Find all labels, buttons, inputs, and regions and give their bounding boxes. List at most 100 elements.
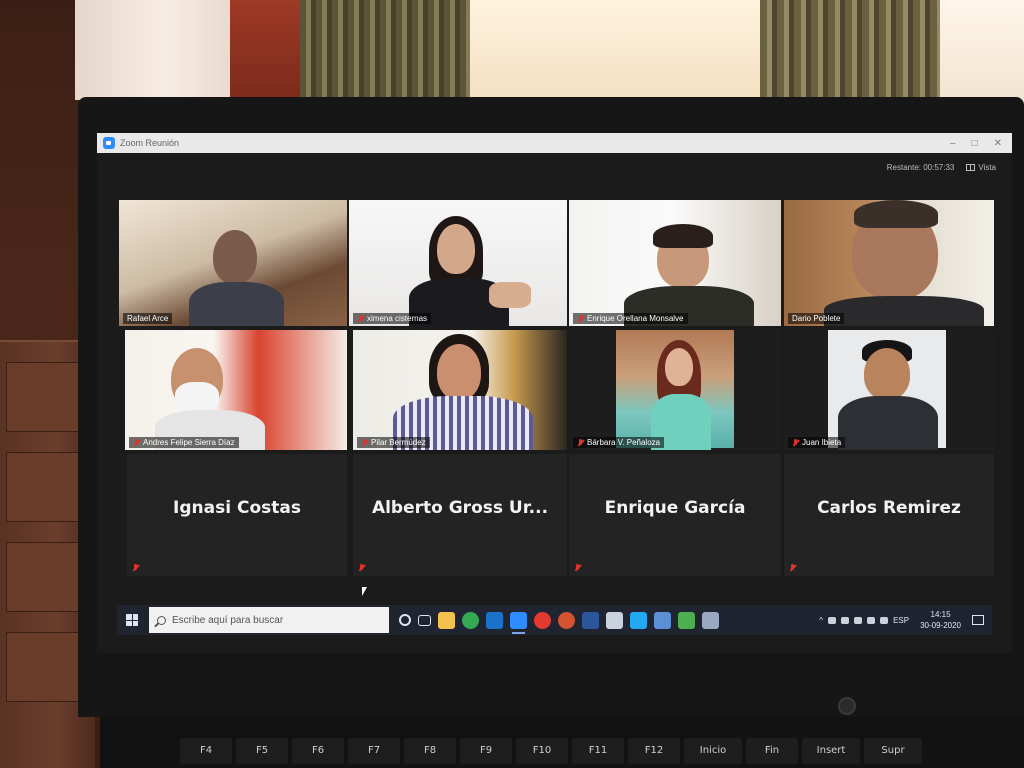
muted-mic-icon [574,564,581,572]
battery-icon[interactable] [854,616,863,624]
video-tile[interactable]: ximena cisternas [349,200,567,326]
office-icon[interactable] [702,611,719,629]
key-insert[interactable]: Insert [802,738,860,764]
file-explorer-icon[interactable] [438,611,455,629]
muted-mic-icon [577,438,584,447]
participant-name-tag: Enrique Orellana Monsalve [573,313,688,324]
chrome-icon[interactable] [462,611,479,629]
participant-name: Andres Felipe Sierra Díaz [143,438,235,447]
muted-mic-icon [577,314,584,323]
participant-name: Ignasi Costas [173,498,301,518]
participant-body [824,296,984,326]
usb-icon[interactable] [841,616,850,624]
taskbar-clock[interactable]: 14:15 30-09-2020 [920,609,961,631]
participant-name: Alberto Gross Ur... [371,498,549,518]
window-controls: – □ ✕ [950,138,1012,149]
participant-name: Dario Poblete [792,314,841,323]
participant-face [665,348,693,386]
active-speaker-tile[interactable]: Dario Poblete [784,200,994,326]
participant-name-tag: Pilar Bermúdez [357,437,430,448]
video-tile[interactable]: Andres Felipe Sierra Díaz [125,330,347,450]
right-window-light [940,0,1024,110]
participant-name: ximena cisternas [367,314,428,323]
participant-name-tag: Dario Poblete [788,313,845,324]
key-f7[interactable]: F7 [348,738,400,764]
participant-body [189,282,284,326]
participant-name-tag: Juan Ibieta [788,437,846,448]
view-button[interactable]: Vista [966,163,996,172]
taskbar-apps [399,611,719,634]
participant-hand [489,282,531,308]
notifications-icon[interactable] [972,615,984,625]
participant-body [838,396,938,450]
taskbar-search-box[interactable]: Escribe aquí para buscar [149,607,389,633]
view-label: Vista [978,162,996,172]
green-app-icon[interactable] [678,611,695,629]
volume-icon[interactable] [880,616,889,624]
video-tile[interactable]: Enrique Orellana Monsalve [569,200,781,326]
tablet-icon[interactable] [654,611,671,629]
key-inicio[interactable]: Inicio [684,738,742,764]
participant-name: Carlos Remirez [817,498,961,518]
participant-name: Juan Ibieta [802,438,842,447]
no-video-tile[interactable]: Carlos Remirez [784,454,994,576]
video-tile[interactable]: Rafael Arce [119,200,347,326]
grid-view-icon [966,163,976,171]
windows-logo-icon [126,614,138,626]
no-video-tile[interactable]: Enrique García [569,454,781,576]
muted-mic-icon [792,438,799,447]
remaining-time: Restante: 00:57:33 [886,162,955,172]
zoom-icon[interactable] [510,611,527,634]
close-button[interactable]: ✕ [994,138,1002,149]
no-video-tile[interactable]: Alberto Gross Ur... [353,454,567,576]
powerpoint-icon[interactable] [558,611,575,629]
participant-name-tag: Andres Felipe Sierra Díaz [129,437,239,448]
video-tile[interactable]: Pilar Bermúdez [353,330,567,450]
key-f6[interactable]: F6 [292,738,344,764]
drawer [6,632,86,702]
participant-face [213,230,257,284]
window-icon[interactable] [606,611,623,629]
muted-mic-icon [789,564,796,572]
laptop-screen: Zoom Reunión – □ ✕ Restante: 00:57:33 Vi… [97,133,1012,653]
key-f5[interactable]: F5 [236,738,288,764]
key-supr[interactable]: Supr [864,738,922,764]
youtube-icon[interactable] [534,611,551,629]
gallery-view: Rafael Arce ximena cisternas Enrique Ore… [117,200,997,582]
clock-date: 30-09-2020 [920,621,961,630]
key-fin[interactable]: Fin [746,738,798,764]
word-icon[interactable] [582,611,599,629]
laptop-power-led [838,697,856,715]
wifi-icon[interactable] [867,616,876,624]
search-icon [157,615,166,625]
key-f10[interactable]: F10 [516,738,568,764]
muted-mic-icon [358,564,365,572]
participant-name: Pilar Bermúdez [371,438,426,447]
participant-face [437,344,481,400]
muted-mic-icon [361,438,368,447]
show-hidden-icons-icon[interactable]: ^ [819,616,823,625]
cloud-icon[interactable] [828,616,837,624]
zoom-logo-icon [103,137,115,149]
vscode-icon[interactable] [630,611,647,629]
task-view-icon[interactable] [418,614,431,626]
minimize-button[interactable]: – [950,138,956,149]
key-f8[interactable]: F8 [404,738,456,764]
key-f4[interactable]: F4 [180,738,232,764]
cortana-icon[interactable] [399,614,411,626]
window-title: Zoom Reunión [120,138,180,148]
no-video-tile[interactable]: Ignasi Costas [127,454,347,576]
key-f9[interactable]: F9 [460,738,512,764]
outlook-icon[interactable] [486,611,503,629]
key-f11[interactable]: F11 [572,738,624,764]
start-button[interactable] [117,605,147,635]
system-tray: ^ ESP 14:15 30-09-2020 [819,609,992,631]
video-tile[interactable]: Juan Ibieta [784,330,994,450]
muted-mic-icon [357,314,364,323]
input-language[interactable]: ESP [893,616,909,625]
function-key-row: F4 F5 F6 F7 F8 F9 F10 F11 F12 Inicio Fin Insert Supr [180,738,922,764]
maximize-button[interactable]: □ [972,138,978,149]
key-f12[interactable]: F12 [628,738,680,764]
muted-mic-icon [133,438,140,447]
video-tile[interactable]: Bárbara V. Peñaloza [569,330,781,450]
